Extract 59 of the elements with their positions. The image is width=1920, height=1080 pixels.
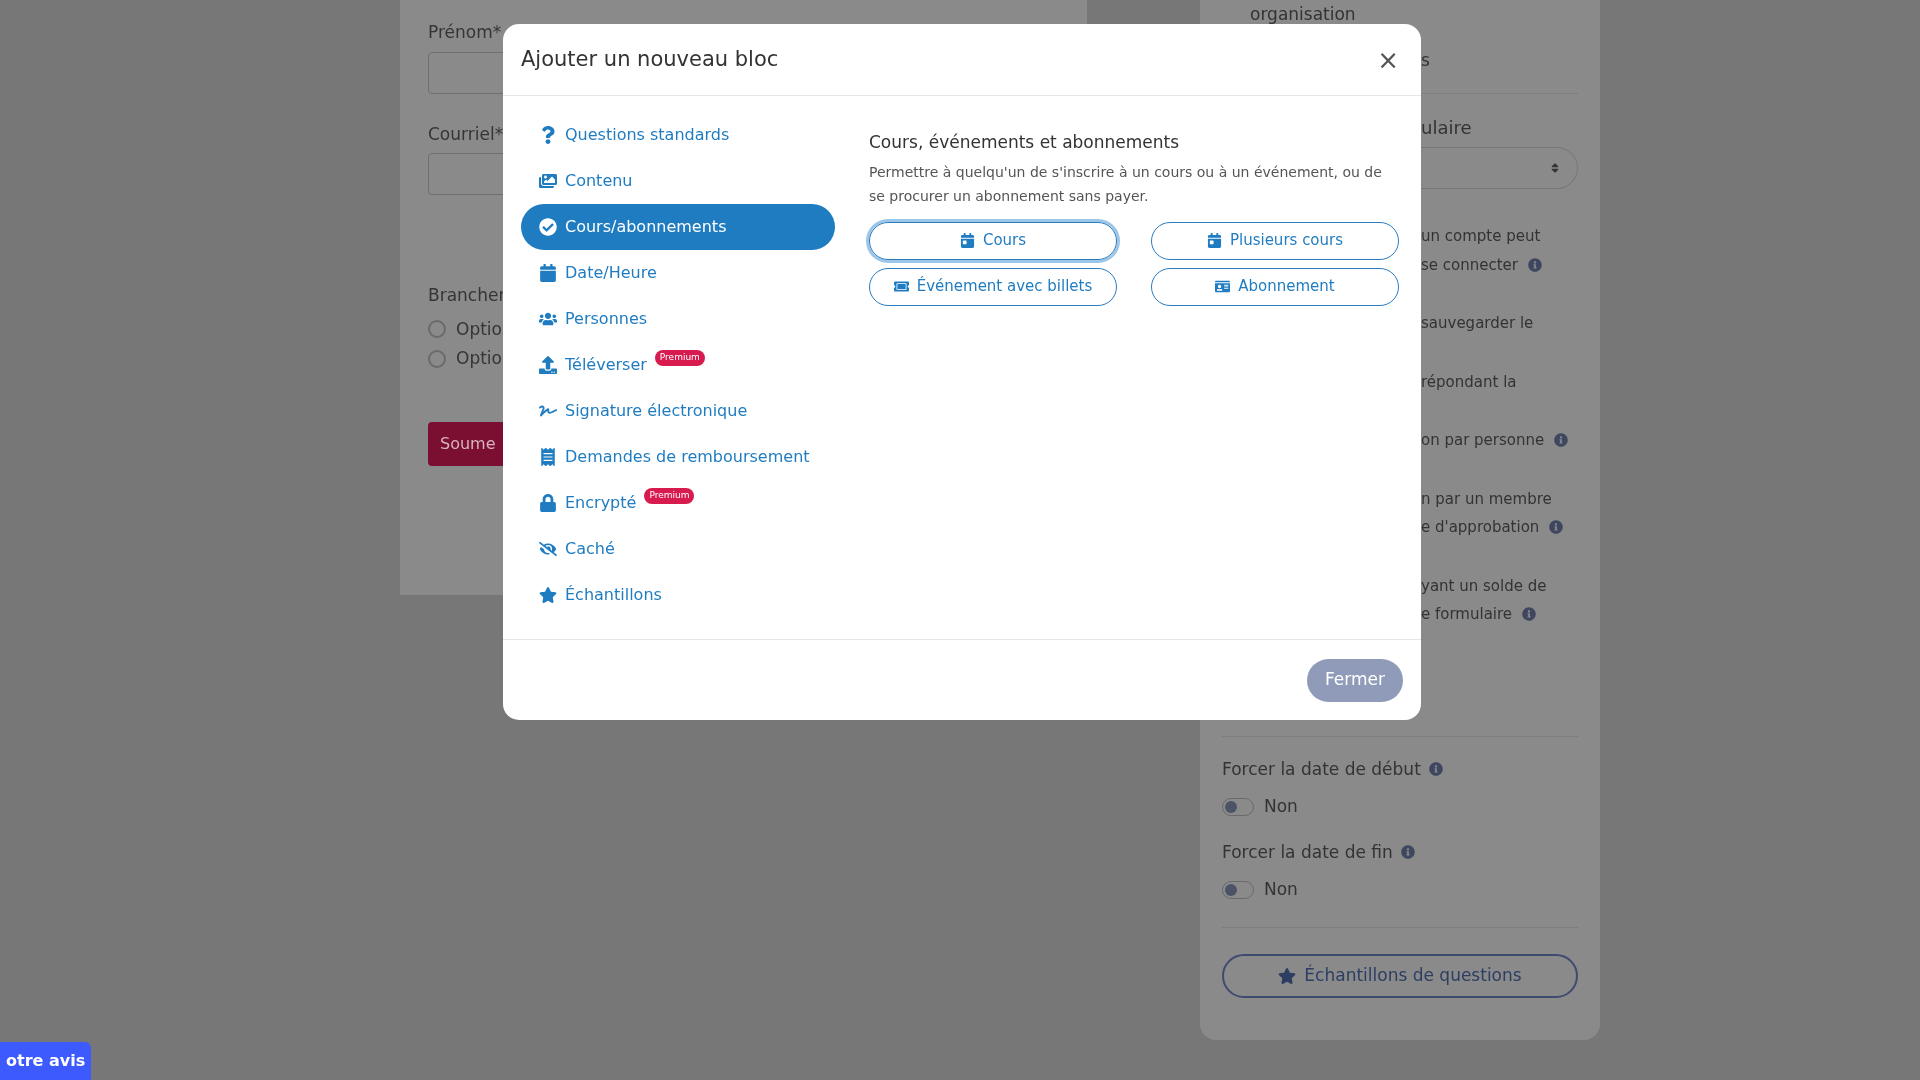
calendar-icon <box>539 264 557 282</box>
nav-item[interactable]: Échantillons <box>521 572 835 618</box>
panel-description: Permettre à quelqu'un de s'inscrire à un cours ou à un événement, ou de se procurer un abonnement sans payer. <box>869 162 1383 206</box>
setting-text: on par personne <box>1421 430 1545 451</box>
panel-title: Cours, événements et abonnements <box>869 131 1181 154</box>
radio-button[interactable] <box>428 349 446 368</box>
nav-item[interactable]: Questions standards <box>521 112 835 158</box>
setting-text: sauvegarder le <box>1421 313 1534 334</box>
setting-text: yant un solde de <box>1421 575 1547 597</box>
setting-text: organisation <box>1250 3 1356 26</box>
radio-button[interactable] <box>428 320 446 339</box>
option-label: Optio <box>456 347 502 370</box>
nav-item[interactable]: Encrypté Premium <box>521 480 835 526</box>
field-label: Brancher <box>428 284 506 307</box>
upload-icon <box>539 356 557 374</box>
dialog-title: Ajouter un nouveau bloc <box>521 45 779 73</box>
setting-label: Forcer la date de fin <box>1222 840 1393 864</box>
nav-item[interactable]: Cours/abonnements <box>521 204 835 250</box>
option-label: Optio <box>456 317 502 341</box>
id-card-icon <box>1215 279 1231 294</box>
close-dialog-button[interactable]: Fermer <box>1307 658 1403 702</box>
calendar-icon <box>1206 233 1222 248</box>
setting-text: n par un membre <box>1421 488 1552 510</box>
eye-slash-icon <box>539 540 557 558</box>
people-icon <box>539 310 557 328</box>
star-icon <box>1278 966 1297 985</box>
nav-item[interactable]: Personnes <box>521 296 835 342</box>
setting-text: e formulaire <box>1421 604 1513 625</box>
star-icon <box>539 586 557 604</box>
question-mark-icon <box>539 126 557 144</box>
sort-icon <box>1549 162 1561 174</box>
lock-icon <box>539 494 557 512</box>
info-icon <box>1400 845 1415 860</box>
receipt-icon <box>539 448 557 466</box>
setting-text: un compte peut <box>1421 226 1541 247</box>
setting-label: Forcer la date de début <box>1222 757 1421 781</box>
nav-item[interactable]: Date/Heure <box>521 250 835 296</box>
toggle-value: Non <box>1264 795 1298 818</box>
nav-item[interactable]: Téléverser Premium <box>521 342 835 388</box>
close-button[interactable]: × <box>1373 46 1403 73</box>
toggle-value: Non <box>1264 878 1298 901</box>
field-label: Courriel* <box>428 122 504 146</box>
field-label: Prénom* <box>428 21 502 44</box>
nav-item[interactable]: Caché <box>521 526 835 572</box>
images-icon <box>539 172 557 190</box>
info-icon <box>1428 762 1443 777</box>
setting-text: répondant la <box>1421 371 1517 393</box>
section-title: ulaire <box>1421 116 1472 140</box>
setting-text: s <box>1421 48 1430 72</box>
feedback-button[interactable]: otre avis <box>0 1042 92 1080</box>
block-type-button[interactable]: Cours <box>869 221 1117 260</box>
calendar-icon <box>959 233 975 248</box>
nav-item[interactable]: Contenu <box>521 158 835 204</box>
premium-badge: Premium <box>654 350 705 366</box>
premium-badge: Premium <box>644 488 695 504</box>
ticket-icon <box>893 279 909 294</box>
setting-text: se connecter <box>1421 254 1518 276</box>
samples-button[interactable]: Échantillons de questions <box>1222 953 1578 998</box>
setting-text: e d'approbation <box>1421 517 1540 538</box>
